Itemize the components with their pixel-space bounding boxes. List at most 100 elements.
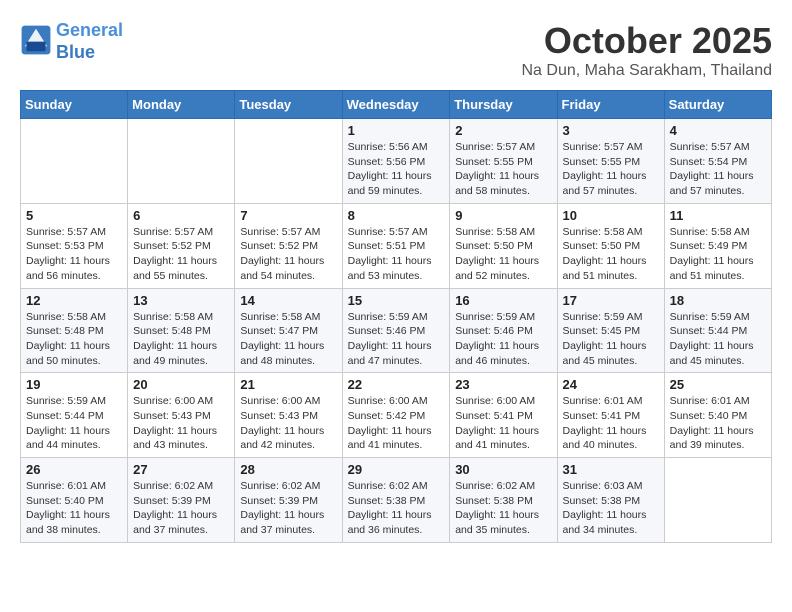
day-info: Sunrise: 5:57 AMSunset: 5:51 PMDaylight:… bbox=[348, 225, 445, 284]
day-info: Sunrise: 6:02 AMSunset: 5:39 PMDaylight:… bbox=[240, 479, 336, 538]
day-info: Sunrise: 5:59 AMSunset: 5:44 PMDaylight:… bbox=[26, 394, 122, 453]
calendar-cell: 14 Sunrise: 5:58 AMSunset: 5:47 PMDayligh… bbox=[235, 288, 342, 373]
day-number: 30 bbox=[455, 462, 551, 477]
day-info: Sunrise: 6:03 AMSunset: 5:38 PMDaylight:… bbox=[563, 479, 659, 538]
page-header: General Blue October 2025 Na Dun, Maha S… bbox=[20, 20, 772, 80]
calendar-cell: 7Sunrise: 5:57 AMSunset: 5:52 PMDaylight… bbox=[235, 203, 342, 288]
day-number: 28 bbox=[240, 462, 336, 477]
day-info: Sunrise: 5:59 AMSunset: 5:46 PMDaylight:… bbox=[348, 310, 445, 369]
day-number: 24 bbox=[563, 377, 659, 392]
day-number: 5 bbox=[26, 208, 122, 223]
day-number: 17 bbox=[563, 293, 659, 308]
calendar-cell: 22Sunrise: 6:00 AMSunset: 5:42 PMDayligh… bbox=[342, 373, 450, 458]
day-info: Sunrise: 5:58 AMSunset: 5:50 PMDaylight:… bbox=[563, 225, 659, 284]
calendar-week-row: 12Sunrise: 5:58 AMSunset: 5:48 PMDayligh… bbox=[21, 288, 772, 373]
day-info: Sunrise: 5:57 AMSunset: 5:55 PMDaylight:… bbox=[455, 140, 551, 199]
day-info: Sunrise: 5:56 AMSunset: 5:56 PMDaylight:… bbox=[348, 140, 445, 199]
day-number: 14 bbox=[240, 293, 336, 308]
calendar-cell: 30 Sunrise: 6:02 AMSunset: 5:38 PMDayligh… bbox=[450, 458, 557, 543]
day-info: Sunrise: 6:02 AMSunset: 5:38 PMDaylight:… bbox=[348, 479, 445, 538]
calendar-cell: 16 Sunrise: 5:59 AMSunset: 5:46 PMDayligh… bbox=[450, 288, 557, 373]
day-info: Sunrise: 6:00 AMSunset: 5:43 PMDaylight:… bbox=[240, 394, 336, 453]
weekday-header-friday: Friday bbox=[557, 91, 664, 119]
calendar-cell: 18 Sunrise: 5:59 AMSunset: 5:44 PMDayligh… bbox=[664, 288, 771, 373]
calendar-cell: 8Sunrise: 5:57 AMSunset: 5:51 PMDaylight… bbox=[342, 203, 450, 288]
calendar-cell: 13Sunrise: 5:58 AMSunset: 5:48 PMDayligh… bbox=[128, 288, 235, 373]
calendar-cell: 1Sunrise: 5:56 AMSunset: 5:56 PMDaylight… bbox=[342, 119, 450, 204]
day-info: Sunrise: 5:58 AMSunset: 5:50 PMDaylight:… bbox=[455, 225, 551, 284]
logo-text: General Blue bbox=[56, 20, 123, 63]
day-info: Sunrise: 6:02 AMSunset: 5:38 PMDaylight:… bbox=[455, 479, 551, 538]
calendar-cell: 31 Sunrise: 6:03 AMSunset: 5:38 PMDayligh… bbox=[557, 458, 664, 543]
calendar-cell: 19 Sunrise: 5:59 AMSunset: 5:44 PMDayligh… bbox=[21, 373, 128, 458]
weekday-header-monday: Monday bbox=[128, 91, 235, 119]
day-number: 18 bbox=[670, 293, 766, 308]
calendar-cell: 28 Sunrise: 6:02 AMSunset: 5:39 PMDayligh… bbox=[235, 458, 342, 543]
calendar-cell bbox=[664, 458, 771, 543]
day-info: Sunrise: 6:01 AMSunset: 5:40 PMDaylight:… bbox=[26, 479, 122, 538]
calendar-cell: 23 Sunrise: 6:00 AMSunset: 5:41 PMDayligh… bbox=[450, 373, 557, 458]
month-title: October 2025 bbox=[521, 20, 772, 62]
calendar-cell: 3 Sunrise: 5:57 AMSunset: 5:55 PMDaylight… bbox=[557, 119, 664, 204]
weekday-header-tuesday: Tuesday bbox=[235, 91, 342, 119]
calendar-cell: 10Sunrise: 5:58 AMSunset: 5:50 PMDayligh… bbox=[557, 203, 664, 288]
logo-line2: Blue bbox=[56, 42, 95, 62]
day-number: 2 bbox=[455, 123, 551, 138]
day-number: 29 bbox=[348, 462, 445, 477]
day-info: Sunrise: 5:57 AMSunset: 5:54 PMDaylight:… bbox=[670, 140, 766, 199]
day-number: 21 bbox=[240, 377, 336, 392]
day-info: Sunrise: 5:58 AMSunset: 5:47 PMDaylight:… bbox=[240, 310, 336, 369]
calendar-cell: 12Sunrise: 5:58 AMSunset: 5:48 PMDayligh… bbox=[21, 288, 128, 373]
day-number: 31 bbox=[563, 462, 659, 477]
day-number: 23 bbox=[455, 377, 551, 392]
calendar-cell bbox=[235, 119, 342, 204]
calendar-cell bbox=[21, 119, 128, 204]
day-info: Sunrise: 5:57 AMSunset: 5:55 PMDaylight:… bbox=[563, 140, 659, 199]
day-number: 3 bbox=[563, 123, 659, 138]
weekday-header-thursday: Thursday bbox=[450, 91, 557, 119]
day-number: 25 bbox=[670, 377, 766, 392]
day-info: Sunrise: 5:59 AMSunset: 5:45 PMDaylight:… bbox=[563, 310, 659, 369]
calendar-cell: 5 Sunrise: 5:57 AMSunset: 5:53 PMDaylight… bbox=[21, 203, 128, 288]
weekday-header-saturday: Saturday bbox=[664, 91, 771, 119]
weekday-header-wednesday: Wednesday bbox=[342, 91, 450, 119]
day-number: 26 bbox=[26, 462, 122, 477]
day-number: 20 bbox=[133, 377, 229, 392]
day-number: 9 bbox=[455, 208, 551, 223]
day-number: 16 bbox=[455, 293, 551, 308]
calendar-cell: 11Sunrise: 5:58 AMSunset: 5:49 PMDayligh… bbox=[664, 203, 771, 288]
calendar-cell: 9 Sunrise: 5:58 AMSunset: 5:50 PMDaylight… bbox=[450, 203, 557, 288]
day-info: Sunrise: 5:57 AMSunset: 5:53 PMDaylight:… bbox=[26, 225, 122, 284]
day-number: 22 bbox=[348, 377, 445, 392]
calendar-week-row: 1Sunrise: 5:56 AMSunset: 5:56 PMDaylight… bbox=[21, 119, 772, 204]
day-number: 19 bbox=[26, 377, 122, 392]
calendar-cell bbox=[128, 119, 235, 204]
day-info: Sunrise: 5:59 AMSunset: 5:46 PMDaylight:… bbox=[455, 310, 551, 369]
day-info: Sunrise: 5:57 AMSunset: 5:52 PMDaylight:… bbox=[240, 225, 336, 284]
day-number: 27 bbox=[133, 462, 229, 477]
calendar-table: SundayMondayTuesdayWednesdayThursdayFrid… bbox=[20, 90, 772, 543]
calendar-cell: 17 Sunrise: 5:59 AMSunset: 5:45 PMDayligh… bbox=[557, 288, 664, 373]
title-block: October 2025 Na Dun, Maha Sarakham, Thai… bbox=[521, 20, 772, 80]
calendar-cell: 21 Sunrise: 6:00 AMSunset: 5:43 PMDayligh… bbox=[235, 373, 342, 458]
day-info: Sunrise: 6:00 AMSunset: 5:43 PMDaylight:… bbox=[133, 394, 229, 453]
day-info: Sunrise: 6:00 AMSunset: 5:41 PMDaylight:… bbox=[455, 394, 551, 453]
calendar-cell: 4Sunrise: 5:57 AMSunset: 5:54 PMDaylight… bbox=[664, 119, 771, 204]
logo: General Blue bbox=[20, 20, 123, 63]
logo-icon bbox=[20, 24, 52, 56]
day-number: 6 bbox=[133, 208, 229, 223]
weekday-header-row: SundayMondayTuesdayWednesdayThursdayFrid… bbox=[21, 91, 772, 119]
day-info: Sunrise: 5:58 AMSunset: 5:49 PMDaylight:… bbox=[670, 225, 766, 284]
calendar-cell: 6Sunrise: 5:57 AMSunset: 5:52 PMDaylight… bbox=[128, 203, 235, 288]
calendar-week-row: 26 Sunrise: 6:01 AMSunset: 5:40 PMDayligh… bbox=[21, 458, 772, 543]
calendar-week-row: 5 Sunrise: 5:57 AMSunset: 5:53 PMDaylight… bbox=[21, 203, 772, 288]
calendar-cell: 2 Sunrise: 5:57 AMSunset: 5:55 PMDaylight… bbox=[450, 119, 557, 204]
day-info: Sunrise: 6:01 AMSunset: 5:41 PMDaylight:… bbox=[563, 394, 659, 453]
day-info: Sunrise: 6:01 AMSunset: 5:40 PMDaylight:… bbox=[670, 394, 766, 453]
calendar-cell: 29 Sunrise: 6:02 AMSunset: 5:38 PMDayligh… bbox=[342, 458, 450, 543]
location-subtitle: Na Dun, Maha Sarakham, Thailand bbox=[521, 62, 772, 80]
day-info: Sunrise: 5:59 AMSunset: 5:44 PMDaylight:… bbox=[670, 310, 766, 369]
day-number: 13 bbox=[133, 293, 229, 308]
calendar-cell: 27Sunrise: 6:02 AMSunset: 5:39 PMDayligh… bbox=[128, 458, 235, 543]
weekday-header-sunday: Sunday bbox=[21, 91, 128, 119]
